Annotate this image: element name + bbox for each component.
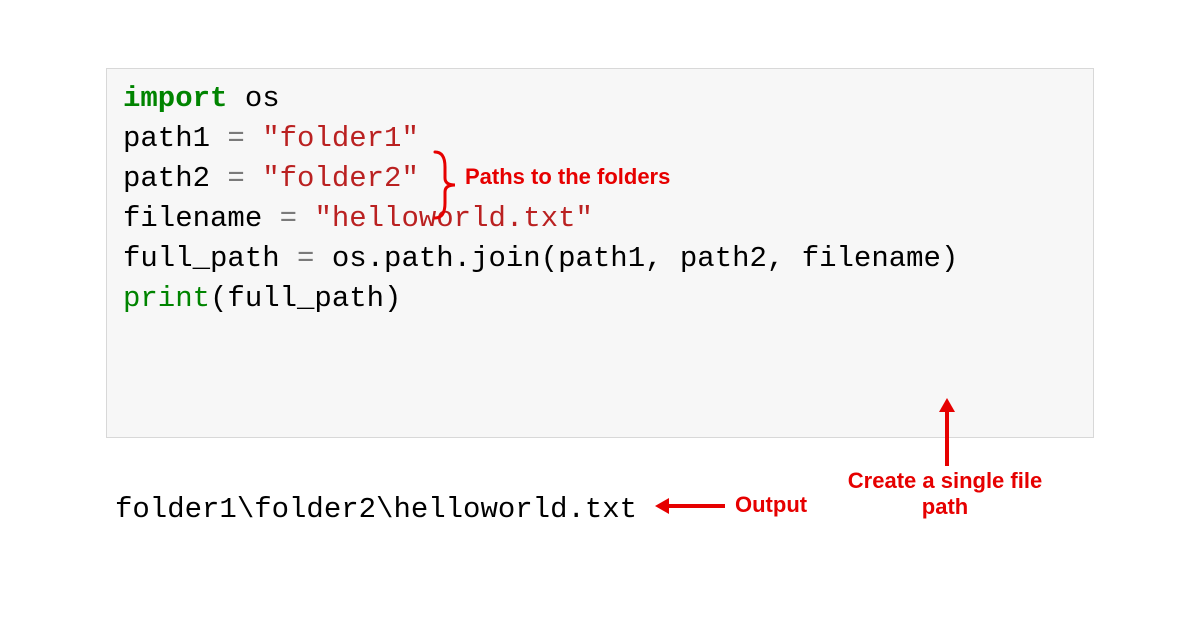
code-line-5: filename = "helloworld.txt" — [123, 199, 1077, 239]
sp — [297, 202, 314, 235]
code-block: import os path1 = "folder1" path2 = "fol… — [106, 68, 1094, 438]
var-filename: filename — [123, 202, 280, 235]
sp — [245, 122, 262, 155]
print-args: (full_path) — [210, 282, 401, 315]
diagram-stage: import os path1 = "folder1" path2 = "fol… — [0, 0, 1200, 630]
func-print: print — [123, 282, 210, 315]
str-folder1: "folder1" — [262, 122, 419, 155]
arrow-left-icon — [655, 496, 725, 516]
op-eq: = — [227, 162, 244, 195]
brace-icon — [431, 150, 461, 220]
keyword-import: import — [123, 82, 227, 115]
var-fullpath: full_path — [123, 242, 297, 275]
op-eq: = — [297, 242, 314, 275]
sp — [245, 162, 262, 195]
annotation-create-line2: path — [922, 494, 968, 519]
arrow-up-icon — [937, 398, 957, 466]
code-line-7: full_path = os.path.join(path1, path2, f… — [123, 239, 1077, 279]
annotation-create-line1: Create a single file — [848, 468, 1042, 493]
expr-join: os.path.join(path1, path2, filename) — [314, 242, 958, 275]
annotation-create-path: Create a single file path — [835, 468, 1055, 520]
op-eq: = — [280, 202, 297, 235]
annotation-paths: Paths to the folders — [465, 164, 670, 190]
code-line-1: import os — [123, 79, 1077, 119]
annotation-output: Output — [735, 492, 807, 518]
output-text: folder1\folder2\helloworld.txt — [115, 490, 637, 530]
var-path1: path1 — [123, 122, 227, 155]
code-line-8: print(full_path) — [123, 279, 1077, 319]
str-folder2: "folder2" — [262, 162, 419, 195]
op-eq: = — [227, 122, 244, 155]
code-line-3: path1 = "folder1" — [123, 119, 1077, 159]
module-os: os — [227, 82, 279, 115]
var-path2: path2 — [123, 162, 227, 195]
